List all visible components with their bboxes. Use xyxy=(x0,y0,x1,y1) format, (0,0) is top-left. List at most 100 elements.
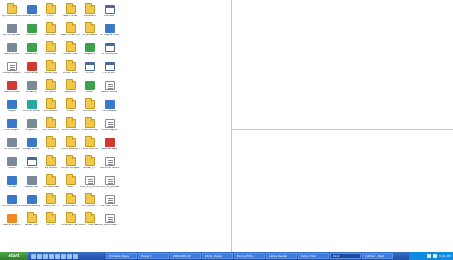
taskbar-button[interactable]: Paint xyxy=(330,253,361,259)
desktop-icon[interactable]: Vuze xyxy=(80,80,100,99)
desktop-icon[interactable]: Skype xyxy=(2,99,22,118)
taskbar-button[interactable]: Picasa 3 xyxy=(138,253,169,259)
desktop-icon[interactable]: STUFF xyxy=(41,3,61,23)
desktop-icon-label: Mozilla Firefox xyxy=(22,15,41,17)
desktop-icon[interactable]: Video xyxy=(2,156,22,175)
desktop-icon[interactable]: HP_RemoteB... xyxy=(100,213,120,232)
desktop-icon[interactable]: HP Solutions xyxy=(100,42,120,61)
desktop-icon[interactable]: DS3_03_09 Review.zip xyxy=(99,175,120,194)
desktop-icon[interactable]: Adobe Reader xyxy=(2,61,22,80)
volume-icon[interactable] xyxy=(426,254,431,258)
folder-icon xyxy=(46,155,56,166)
desktop-icon[interactable] xyxy=(37,253,42,259)
taskbar-button[interactable]: Yahoo! Mail xyxy=(298,253,329,259)
desktop-icon[interactable]: Installers xyxy=(80,3,100,23)
desktop-icon[interactable]: Wallet Pak xyxy=(22,175,42,194)
desktop-icon[interactable]: Best Match xyxy=(61,193,81,213)
desktop-icon[interactable]: ImgBurn xyxy=(22,118,42,137)
firefox-icon[interactable] xyxy=(55,253,60,259)
media-icon[interactable] xyxy=(43,253,48,259)
desktop-icon[interactable]: Pictures xyxy=(41,41,61,61)
desktop-icon[interactable]: Photo Viewer xyxy=(61,117,81,137)
desktop-icon[interactable]: Photo xyxy=(61,98,81,118)
desktop-icon[interactable]: Dropbox xyxy=(41,79,61,99)
desktop-icon-label: Tablet Tool xyxy=(24,224,39,226)
desktop-icon[interactable]: Document xyxy=(80,98,100,118)
ie-icon[interactable] xyxy=(31,253,36,259)
desktop-icon[interactable]: DS3-0978.zip xyxy=(100,194,120,213)
desktop-icon[interactable]: DS3_03_09 Office.doc xyxy=(80,175,100,194)
desktop-icon-label: DS3-0978.zip xyxy=(100,205,118,207)
desktop-icon-label: N-1/4 xyxy=(47,148,55,150)
taskbar-button[interactable]: Untitled - Paint xyxy=(362,253,393,259)
desktop-icon[interactable]: DVD Player xyxy=(2,118,22,137)
desktop-icon[interactable]: Smart Agent xyxy=(100,118,120,137)
desktop-icon[interactable]: uTorrent xyxy=(22,23,42,42)
desktop-icon[interactable]: Microsoft Live Services xyxy=(2,194,22,213)
desktop-icon[interactable]: Image Writer xyxy=(22,137,42,156)
desktop-icon-label: BlueSoleil xyxy=(24,53,38,55)
desktop-icon[interactable]: New Folder (2) xyxy=(61,22,81,42)
taskbar-button[interactable]: Microsoft Ex... xyxy=(234,253,265,259)
desktop-icon[interactable]: Game Mode xyxy=(2,80,22,99)
desktop-icon[interactable]: Hotel Rooms xyxy=(80,136,100,156)
desktop-icon[interactable]: DAYT Title Resume Cover xyxy=(80,212,100,232)
desktop-icon[interactable]: Office xyxy=(80,61,100,80)
desktop-icon[interactable]: Photo Review Theory xyxy=(61,136,80,156)
desktop-icon[interactable]: Control Panel xyxy=(22,99,42,118)
desktop-icon[interactable]: Tablet Tool xyxy=(22,212,42,232)
desktop-icon[interactable]: Setup.jpg xyxy=(41,60,61,80)
desktop-icon[interactable]: My Documents xyxy=(2,3,22,23)
desktop-icon[interactable]: Mozilla Firefox xyxy=(22,4,42,23)
desktop-icon[interactable]: Winamp xyxy=(22,80,42,99)
desktop-icon[interactable]: Codec Pack xyxy=(61,60,81,80)
desktop-icon[interactable]: My Computer xyxy=(2,23,22,42)
desktop-icon[interactable]: HP Digital Imaging xyxy=(100,23,119,42)
desktop-icon[interactable]: Recover xyxy=(41,22,61,42)
desktop-icon[interactable]: Compiled Tab Pages xyxy=(61,212,80,232)
desktop-icon[interactable]: Art Fix xyxy=(41,212,61,232)
desktop-icon[interactable]: Install Files xyxy=(61,41,81,61)
desktop-icon[interactable]: Disk Defrag xyxy=(80,117,100,137)
desktop-icon[interactable]: AU_Model... xyxy=(80,193,100,213)
desktop-icon[interactable]: iTunes xyxy=(2,175,22,194)
desktop-icon[interactable]: Photoshop xyxy=(22,61,42,80)
desktop-icon[interactable]: Game Wizard xyxy=(2,213,22,232)
desktop-icon[interactable]: HP Photo xyxy=(100,61,120,80)
desktop-icon[interactable]: cmd01.rar xyxy=(22,156,42,175)
desktop-icon[interactable]: Hello_Doc... xyxy=(41,193,61,213)
skype-icon[interactable] xyxy=(67,253,72,259)
desktop-icon[interactable]: Window xyxy=(100,4,120,23)
taskbar-button[interactable]: Photo_Viewer xyxy=(202,253,233,259)
folder-icon[interactable] xyxy=(49,253,54,259)
winamp-icon[interactable] xyxy=(73,253,78,259)
desktop-icon[interactable]: Uninstaller xyxy=(41,98,61,118)
desktop-icon[interactable]: DL Software xyxy=(41,117,61,137)
mail-icon[interactable] xyxy=(61,253,66,259)
desktop-icon[interactable]: RegCure xyxy=(61,79,81,99)
desktop-icon[interactable]: TaskManager xyxy=(100,137,120,156)
desktop-icon[interactable]: HP Quickset xyxy=(2,137,22,156)
desktop-icon[interactable]: BlueSoleil xyxy=(22,42,42,61)
desktop-icon[interactable]: Setup Guide xyxy=(100,80,120,99)
taskbar-button[interactable]: WINDOWS XP xyxy=(170,253,201,259)
desktop-icon-label: DS3_03_09 Review.zip xyxy=(99,186,120,188)
desktop-icon[interactable]: Scan xyxy=(61,174,81,194)
desktop-icon[interactable]: Recycle Bin xyxy=(2,42,22,61)
desktop-icon[interactable]: N-1/4 xyxy=(41,136,61,156)
network-icon[interactable] xyxy=(432,254,437,258)
taskbar-button[interactable]: Adobe Reader xyxy=(266,253,297,259)
taskbar-button[interactable]: Printable Pages xyxy=(106,253,137,259)
desktop-icon[interactable]: W_ardware xyxy=(80,22,100,42)
desktop-icon[interactable]: Sched Images xyxy=(61,155,81,175)
desktop-icon[interactable]: New Folder xyxy=(61,3,81,23)
desktop-icon[interactable]: Adobe Gallery xyxy=(22,194,42,213)
desktop-icon[interactable]: Registry xyxy=(80,42,100,61)
desktop-icon-label: Recycle Bin xyxy=(4,53,20,55)
desktop-icon[interactable]: Trackmer Reviews.zip xyxy=(100,156,119,175)
desktop-icon[interactable]: HP Installer xyxy=(100,99,120,118)
desktop-icon[interactable]: wheel_c... xyxy=(80,155,100,175)
start-button[interactable]: start xyxy=(0,252,28,260)
desktop-icon[interactable]: RS Guide xyxy=(41,155,61,175)
desktop-icon[interactable]: HP TestCase xyxy=(41,174,61,194)
